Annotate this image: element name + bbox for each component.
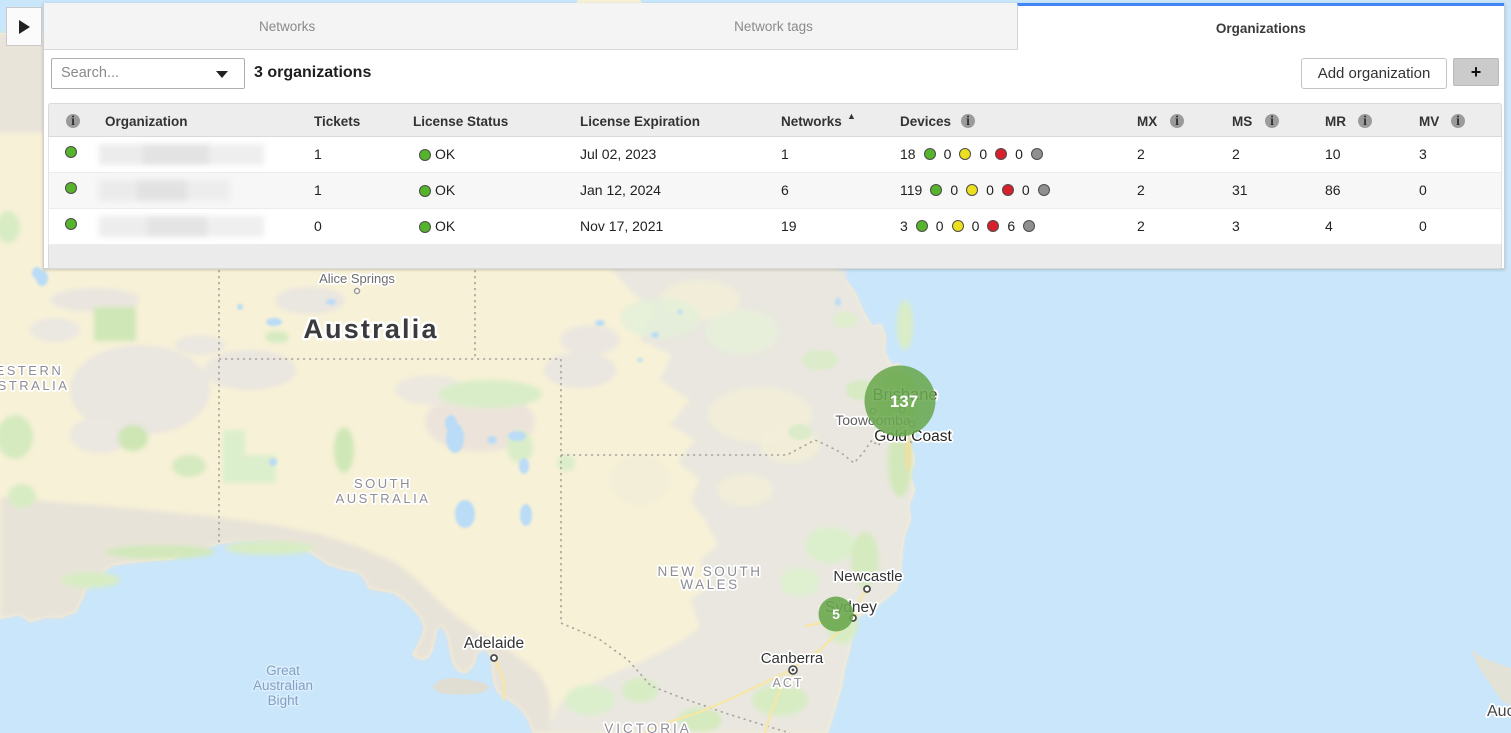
svg-text:AUSTRALIA: AUSTRALIA	[0, 378, 69, 393]
svg-text:VICTORIA: VICTORIA	[604, 721, 692, 733]
svg-text:SOUTH: SOUTH	[354, 476, 412, 491]
svg-text:AUSTRALIA: AUSTRALIA	[336, 491, 431, 506]
svg-text:137: 137	[890, 392, 918, 411]
svg-text:WESTERN: WESTERN	[0, 363, 63, 378]
svg-text:Newcastle: Newcastle	[833, 568, 902, 585]
svg-text:5: 5	[832, 606, 840, 622]
svg-text:ACT: ACT	[773, 676, 804, 690]
svg-text:Canberra: Canberra	[761, 650, 824, 667]
svg-text:Bight: Bight	[268, 693, 299, 708]
svg-text:Alice Springs: Alice Springs	[319, 271, 395, 286]
svg-text:WALES: WALES	[680, 577, 739, 592]
svg-text:Great: Great	[266, 663, 300, 678]
svg-text:Australia: Australia	[303, 314, 438, 344]
svg-text:Australian: Australian	[253, 678, 313, 693]
svg-text:Adelaide: Adelaide	[464, 635, 524, 652]
svg-text:Auck: Auck	[1487, 703, 1511, 720]
